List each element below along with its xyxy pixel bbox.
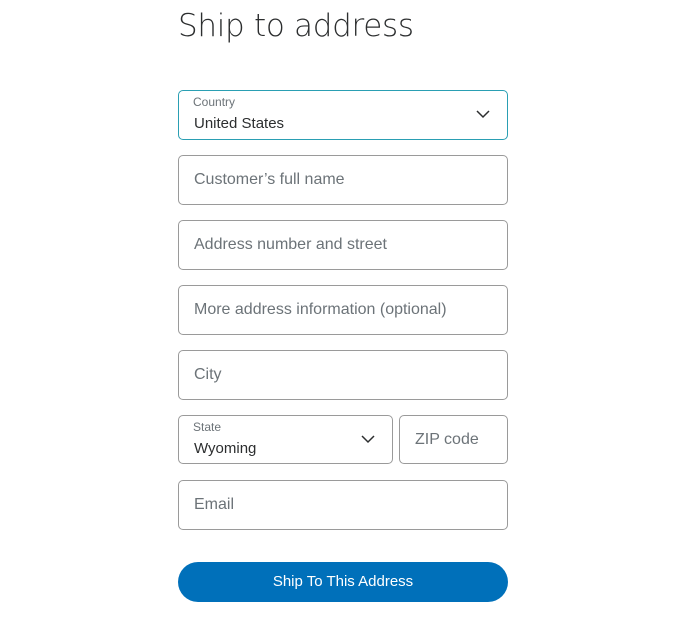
city-input[interactable]: City	[178, 350, 508, 400]
full-name-placeholder: Customer’s full name	[194, 171, 345, 188]
email-input[interactable]: Email	[178, 480, 508, 530]
address-line2-placeholder: More address information (optional)	[194, 301, 447, 318]
chevron-down-icon	[476, 110, 490, 119]
address-line2-input[interactable]: More address information (optional)	[178, 285, 508, 335]
chevron-down-icon	[361, 435, 375, 444]
zip-input[interactable]: ZIP code	[399, 415, 508, 464]
page-title: Ship to address	[178, 8, 414, 44]
zip-placeholder: ZIP code	[415, 431, 479, 448]
city-placeholder: City	[194, 366, 222, 383]
ship-to-address-button[interactable]: Ship To This Address	[178, 562, 508, 602]
state-select[interactable]: State Wyoming	[178, 415, 393, 464]
state-value: Wyoming	[194, 440, 257, 457]
country-select[interactable]: Country United States	[178, 90, 508, 140]
full-name-input[interactable]: Customer’s full name	[178, 155, 508, 205]
country-label: Country	[193, 95, 236, 109]
address-line1-input[interactable]: Address number and street	[178, 220, 508, 270]
email-placeholder: Email	[194, 496, 235, 513]
address-line1-placeholder: Address number and street	[194, 236, 387, 253]
country-value: United States	[194, 115, 285, 132]
state-label: State	[193, 420, 222, 434]
